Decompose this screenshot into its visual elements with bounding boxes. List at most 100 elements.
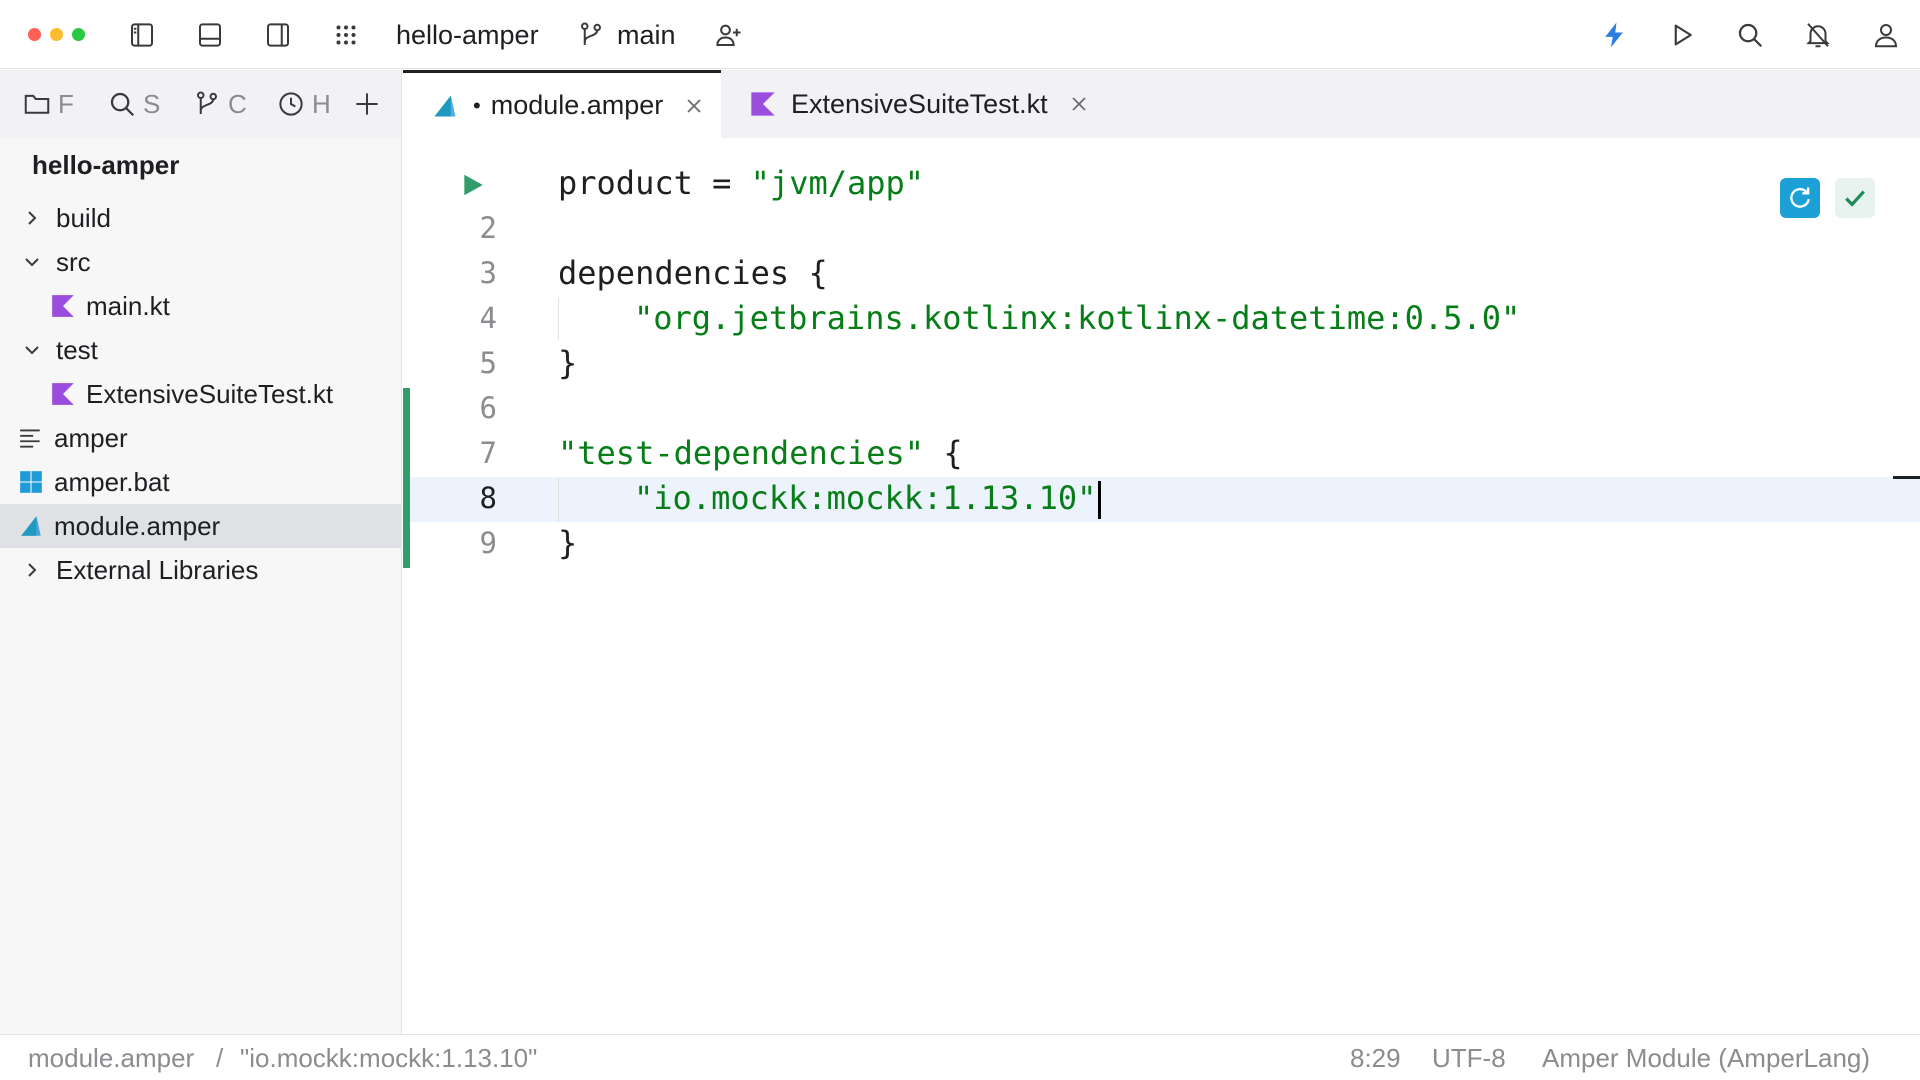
maximize-window-button[interactable] xyxy=(72,28,85,41)
history-tool-tab[interactable]: H xyxy=(276,84,330,124)
checkmark-icon xyxy=(1845,190,1865,207)
tree-item-build[interactable]: build xyxy=(0,196,401,240)
tree-item-external-libraries[interactable]: External Libraries xyxy=(0,548,401,592)
code-line-8[interactable]: "io.mockk:mockk:1.13.10" xyxy=(634,479,1102,519)
code-line-3[interactable]: dependencies { xyxy=(558,254,828,292)
breadcrumb-item[interactable]: "io.mockk:mockk:1.13.10" xyxy=(240,1043,537,1074)
notifications-off-icon[interactable] xyxy=(1799,16,1837,54)
tree-item-test[interactable]: test xyxy=(0,328,401,372)
project-name[interactable]: hello-amper xyxy=(396,18,539,52)
tree-item-label: main.kt xyxy=(86,290,170,321)
close-icon[interactable] xyxy=(685,97,703,115)
amper-file-icon xyxy=(21,516,41,536)
toggle-left-panel-icon[interactable] xyxy=(123,16,161,54)
code-string: "test-dependencies" xyxy=(558,434,925,472)
line-number: 4 xyxy=(479,301,497,335)
project-root[interactable]: hello-amper xyxy=(32,150,179,181)
line-number: 3 xyxy=(479,256,497,290)
add-user-icon[interactable] xyxy=(709,16,747,54)
commit-tool-tab[interactable]: C xyxy=(192,84,246,124)
project-tool-tab-label: F xyxy=(58,88,74,119)
code-line-5[interactable]: } xyxy=(558,344,577,382)
account-icon[interactable] xyxy=(1867,16,1905,54)
chevron-right-icon[interactable] xyxy=(20,206,44,230)
indent-guide xyxy=(558,478,559,522)
branch-name[interactable]: main xyxy=(617,18,676,52)
code-string: "io.mockk:mockk:1.13.10" xyxy=(634,479,1097,517)
run-gutter-icon[interactable] xyxy=(460,172,486,198)
kotlin-file-icon xyxy=(751,92,775,116)
toggle-bottom-panel-icon[interactable] xyxy=(191,16,229,54)
file-type[interactable]: Amper Module (AmperLang) xyxy=(1542,1043,1870,1074)
tree-item-label: ExtensiveSuiteTest.kt xyxy=(86,378,334,409)
minimize-window-button[interactable] xyxy=(50,28,63,41)
code-line-4[interactable]: "org.jetbrains.kotlinx:kotlinx-datetime:… xyxy=(634,299,1520,337)
apps-grid-icon[interactable] xyxy=(327,16,365,54)
commit-tool-tab-label: C xyxy=(228,88,246,119)
code-token: = xyxy=(692,164,751,202)
tree-item-amper[interactable]: amper xyxy=(0,416,401,460)
folder-icon xyxy=(24,94,50,114)
file-encoding[interactable]: UTF-8 xyxy=(1432,1043,1506,1074)
text-file-icon xyxy=(20,429,40,448)
line-number: 7 xyxy=(479,436,497,470)
chevron-down-icon[interactable] xyxy=(20,250,44,274)
line-number: 6 xyxy=(479,391,497,425)
tree-item-label: src xyxy=(56,246,91,277)
code-line-7[interactable]: "test-dependencies" { xyxy=(558,434,963,472)
tree-item-module-amper[interactable]: module.amper xyxy=(0,504,401,548)
bolt-icon[interactable] xyxy=(1595,16,1633,54)
close-icon[interactable] xyxy=(1070,95,1088,113)
tree-item-label: External Libraries xyxy=(56,554,259,585)
search-icon xyxy=(110,92,135,117)
current-line-highlight xyxy=(403,477,1920,522)
vcs-change-marker[interactable] xyxy=(403,388,410,568)
project-tool-tab[interactable]: F xyxy=(22,84,76,124)
refresh-icon xyxy=(1790,187,1810,208)
tree-item-label: module.amper xyxy=(54,510,221,541)
close-window-button[interactable] xyxy=(28,28,41,41)
clock-icon xyxy=(279,92,303,116)
amper-file-icon xyxy=(434,95,456,116)
tree-item-extensive-suite-test[interactable]: ExtensiveSuiteTest.kt xyxy=(0,372,401,416)
scrollbar-marker[interactable] xyxy=(1893,476,1920,479)
sync-project-button[interactable] xyxy=(1780,178,1820,218)
find-tool-tab-label: S xyxy=(143,88,161,119)
code-line-1[interactable]: product = "jvm/app" xyxy=(558,164,924,202)
find-tool-tab[interactable]: S xyxy=(107,84,161,124)
tab-module-amper[interactable]: • module.amper xyxy=(403,70,721,138)
tree-item-amper-bat[interactable]: amper.bat xyxy=(0,460,401,504)
tree-item-src[interactable]: src xyxy=(0,240,401,284)
code-line-9[interactable]: } xyxy=(558,524,577,562)
caret-position[interactable]: 8:29 xyxy=(1350,1043,1401,1074)
chevron-down-icon[interactable] xyxy=(20,338,44,362)
tree-item-main-kt[interactable]: main.kt xyxy=(0,284,401,328)
code-string: "jvm/app" xyxy=(750,164,925,202)
tree-item-label: build xyxy=(56,202,111,233)
line-number: 9 xyxy=(479,526,497,560)
inspections-ok-button[interactable] xyxy=(1835,178,1875,218)
title-bar: hello-amper main xyxy=(0,0,1920,69)
add-tool-tab-button[interactable] xyxy=(352,84,382,124)
tab-label: module.amper xyxy=(490,90,664,120)
breadcrumb-file[interactable]: module.amper xyxy=(28,1043,194,1074)
line-number-current: 8 xyxy=(479,481,497,515)
tab-extensive-suite-test[interactable]: ExtensiveSuiteTest.kt xyxy=(743,70,1088,138)
git-branch-icon[interactable] xyxy=(574,16,608,54)
plus-icon xyxy=(356,93,378,115)
chevron-right-icon[interactable] xyxy=(20,558,44,582)
windows-icon xyxy=(20,471,42,493)
toggle-right-panel-icon[interactable] xyxy=(259,16,297,54)
tree-item-label: test xyxy=(56,334,98,365)
tree-item-label: amper.bat xyxy=(54,466,170,497)
line-number: 2 xyxy=(479,211,497,245)
run-icon[interactable] xyxy=(1663,16,1701,54)
history-tool-tab-label: H xyxy=(312,88,330,119)
tab-label: ExtensiveSuiteTest.kt xyxy=(791,88,1048,119)
tool-window-tabs: F S C H xyxy=(0,70,402,138)
code-token: { xyxy=(924,434,963,472)
text-caret xyxy=(1098,481,1102,519)
search-icon[interactable] xyxy=(1731,16,1769,54)
git-branch-icon xyxy=(197,91,218,114)
editor-tab-bar: • module.amper ExtensiveSuiteTest.kt xyxy=(403,70,1920,138)
